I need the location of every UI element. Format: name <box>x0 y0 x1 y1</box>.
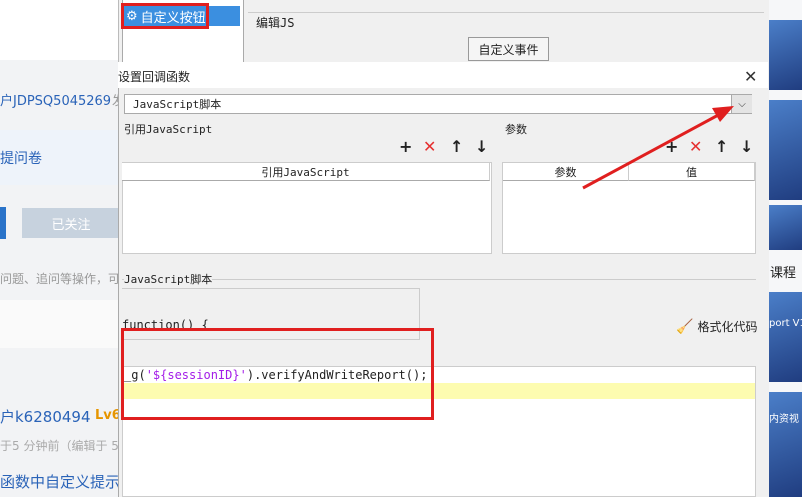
annotation-arrow <box>582 106 734 190</box>
arrow-shaft <box>582 111 723 190</box>
arrow-head <box>712 106 734 122</box>
